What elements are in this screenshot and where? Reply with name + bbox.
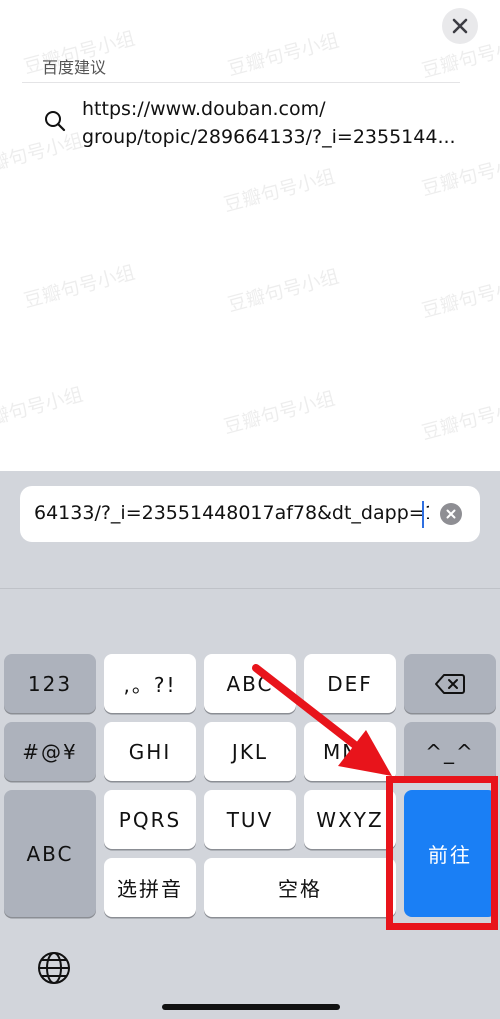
divider (22, 82, 460, 83)
key-abc-switch[interactable]: ABC (4, 790, 96, 917)
backspace-key[interactable] (404, 654, 496, 713)
key-def[interactable]: DEF (304, 654, 396, 713)
key-tuv[interactable]: TUV (204, 790, 296, 849)
backspace-icon (435, 673, 465, 694)
key-pinyin-select[interactable]: 选拼音 (104, 858, 196, 917)
key-space[interactable]: 空格 (204, 858, 396, 917)
highlight-box (386, 776, 498, 930)
search-icon (45, 111, 66, 132)
key-wxyz[interactable]: WXYZ (304, 790, 396, 849)
suggestion-item[interactable]: https://www.douban.com/ group/topic/2896… (22, 94, 462, 158)
key-emoticon[interactable]: ^_^ (404, 722, 496, 781)
watermark: 豆瓣句号小组 (0, 383, 86, 435)
key-mno[interactable]: MNO (304, 722, 396, 781)
watermark: 豆瓣句号小组 (419, 393, 500, 445)
key-jkl[interactable]: JKL (204, 722, 296, 781)
watermark: 豆瓣句号小组 (221, 165, 338, 217)
key-ghi[interactable]: GHI (104, 722, 196, 781)
clear-button[interactable] (440, 503, 462, 525)
key-abc[interactable]: ABC (204, 654, 296, 713)
close-button[interactable] (442, 8, 478, 44)
section-title: 百度建议 (42, 58, 107, 77)
url-input[interactable]: 64133/?_i=23551448017af78&dt_dapp=1 (20, 486, 480, 542)
key-123[interactable]: 123 (4, 654, 96, 713)
key-pqrs[interactable]: PQRS (104, 790, 196, 849)
watermark: 豆瓣句号小组 (21, 261, 138, 313)
close-icon (452, 18, 468, 34)
keyboard-divider (0, 588, 500, 589)
watermark: 豆瓣句号小组 (221, 387, 338, 439)
globe-icon[interactable] (36, 950, 72, 986)
key-symbols[interactable]: #@¥ (4, 722, 96, 781)
home-indicator[interactable] (162, 1004, 340, 1010)
clear-icon (446, 509, 456, 519)
suggestion-url-line1: https://www.douban.com/ (82, 98, 326, 120)
watermark: 豆瓣句号小组 (225, 265, 342, 317)
text-caret (422, 501, 424, 528)
watermark: 豆瓣句号小组 (225, 29, 342, 81)
watermark: 豆瓣句号小组 (419, 271, 500, 323)
key-punctuation[interactable]: ,。?! (104, 654, 196, 713)
suggestion-url-line2: group/topic/289664133/?_i=2355144... (82, 126, 456, 148)
url-input-value: 64133/?_i=23551448017af78&dt_dapp=1 (34, 502, 429, 524)
